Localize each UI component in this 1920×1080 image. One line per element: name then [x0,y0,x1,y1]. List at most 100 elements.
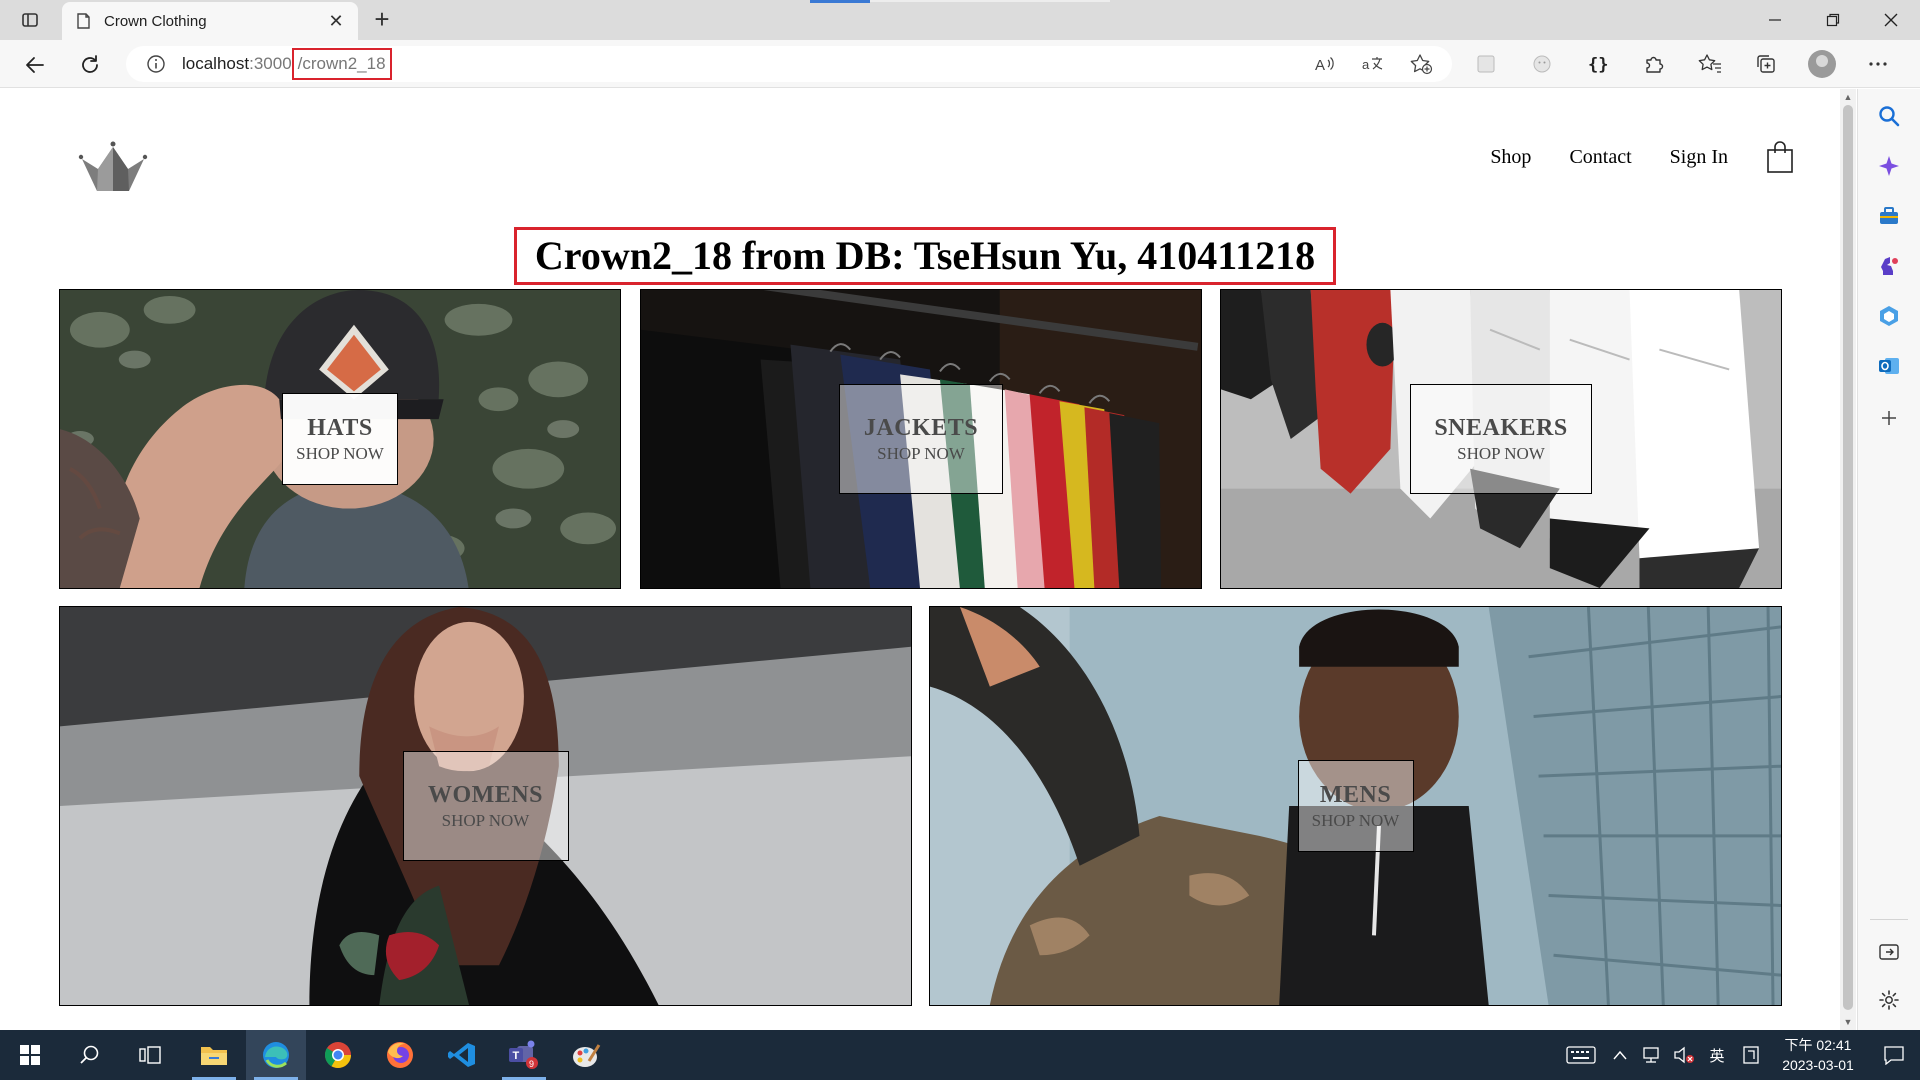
ime-mode-icon[interactable] [1734,1046,1768,1064]
category-title: JACKETS [863,414,979,441]
tab-strip: Crown Clothing ✕ + [0,0,1920,40]
paint-app-icon[interactable] [556,1030,616,1080]
url-port: :3000 [249,54,292,73]
refresh-icon[interactable] [75,50,105,80]
category-tile-sneakers[interactable]: SNEAKERS SHOP NOW [1220,289,1782,589]
add-favorite-icon[interactable] [1408,51,1434,77]
edge-sidebar [1857,89,1920,1030]
teams-badge-count: 9 [529,1059,534,1069]
tab-title: Crown Clothing [104,12,207,30]
taskbar-search-icon[interactable] [60,1030,120,1080]
address-bar[interactable]: localhost :3000 /crown2_18 A a [126,46,1452,82]
nav-link-contact[interactable]: Contact [1569,146,1631,169]
browser-toolbar: localhost :3000 /crown2_18 A a {} [0,40,1920,88]
category-tile-jackets[interactable]: JACKETS SHOP NOW [640,289,1202,589]
profile-avatar[interactable] [1804,50,1840,78]
sidebar-outlook-icon[interactable] [1876,353,1902,379]
system-tray: 英 下午 02:41 2023-03-01 [1558,1030,1920,1080]
settings-more-icon[interactable] [1860,50,1896,78]
site-nav: Shop Contact Sign In [1490,141,1794,173]
collections-icon[interactable] [1748,50,1784,78]
vscode-icon[interactable] [432,1030,492,1080]
close-window-icon[interactable] [1862,0,1920,40]
sidebar-search-icon[interactable] [1876,103,1902,129]
category-tile-hats[interactable]: HATS SHOP NOW [59,289,621,589]
taskbar-clock[interactable]: 下午 02:41 2023-03-01 [1768,1035,1868,1075]
translate-icon[interactable]: a [1360,51,1386,77]
page-scrollbar[interactable]: ▲ ▼ [1840,89,1856,1030]
tab-strip-drag-region [870,0,1110,2]
back-arrow-icon[interactable] [20,50,50,80]
page-heading: Crown2_18 from DB: TseHsun Yu, 410411218 [514,227,1336,285]
task-view-icon[interactable] [120,1030,180,1080]
windows-taskbar: T9 英 下午 02:41 2023-03-01 [0,1030,1920,1080]
url-text[interactable]: localhost :3000 /crown2_18 [182,48,392,80]
edge-browser-icon[interactable] [246,1030,306,1080]
sidebar-office-icon[interactable] [1876,303,1902,329]
category-title: HATS [307,414,373,441]
clock-time: 下午 02:41 [1784,1037,1852,1053]
new-tab-button[interactable]: + [368,6,396,34]
extension-placeholder-icon[interactable] [1468,50,1504,78]
clock-date: 2023-03-01 [1782,1057,1854,1073]
file-explorer-icon[interactable] [184,1030,244,1080]
tab-close-icon[interactable]: ✕ [326,11,346,32]
svg-text:{}: {} [1588,55,1608,74]
svg-text:A: A [1315,57,1325,74]
category-label-hats[interactable]: HATS SHOP NOW [282,393,398,485]
shop-now-link[interactable]: SHOP NOW [1457,444,1545,464]
chrome-browser-icon[interactable] [308,1030,368,1080]
tab-actions-icon[interactable] [14,8,46,32]
network-icon[interactable] [1636,1046,1668,1064]
favorites-icon[interactable] [1692,50,1728,78]
start-windows-icon[interactable] [0,1030,60,1080]
firefox-browser-icon[interactable] [370,1030,430,1080]
json-viewer-icon[interactable]: {} [1580,50,1616,78]
category-label-mens[interactable]: MENS SHOP NOW [1297,760,1414,852]
category-label-jackets[interactable]: JACKETS SHOP NOW [839,384,1003,494]
crown-logo-icon[interactable] [78,141,148,197]
extension-face-icon[interactable] [1524,50,1560,78]
url-path-highlighted: /crown2_18 [291,48,392,80]
sidebar-hide-icon[interactable] [1876,939,1902,965]
category-tile-mens[interactable]: MENS SHOP NOW [929,606,1782,1006]
scroll-down-arrow-icon[interactable]: ▼ [1840,1014,1856,1030]
input-method-indicator[interactable]: 英 [1700,1045,1734,1066]
page-viewport: Shop Contact Sign In Crown2_18 from DB: … [0,89,1840,1030]
shop-now-link[interactable]: SHOP NOW [1312,811,1400,831]
sidebar-settings-gear-icon[interactable] [1876,987,1902,1013]
sidebar-add-icon[interactable] [1876,405,1902,431]
restore-window-icon[interactable] [1804,0,1862,40]
scroll-up-arrow-icon[interactable]: ▲ [1840,89,1856,105]
page-favicon-icon [77,13,90,29]
teams-icon[interactable]: T9 [494,1030,554,1080]
sidebar-divider [1870,919,1908,920]
keyboard-icon[interactable] [1558,1045,1604,1065]
category-tile-womens[interactable]: WOMENS SHOP NOW [59,606,912,1006]
shop-now-link[interactable]: SHOP NOW [442,811,530,831]
category-title: WOMENS [427,781,543,808]
volume-muted-icon[interactable] [1668,1046,1700,1064]
svg-text:T: T [513,1050,520,1062]
site-info-icon[interactable] [146,54,166,74]
sidebar-copilot-icon[interactable] [1876,153,1902,179]
sidebar-games-icon[interactable] [1876,253,1902,279]
minimize-window-icon[interactable] [1746,0,1804,40]
read-aloud-icon[interactable]: A [1312,51,1338,77]
sidebar-tools-icon[interactable] [1876,203,1902,229]
category-label-womens[interactable]: WOMENS SHOP NOW [402,751,569,861]
tray-chevron-up-icon[interactable] [1604,1050,1636,1060]
scrollbar-thumb[interactable] [1843,105,1853,1010]
nav-link-shop[interactable]: Shop [1490,146,1531,169]
shopping-bag-icon[interactable] [1766,141,1794,173]
shop-now-link[interactable]: SHOP NOW [877,444,965,464]
shop-now-link[interactable]: SHOP NOW [296,444,384,464]
category-title: MENS [1319,781,1392,808]
tab-loading-indicator [810,0,870,3]
url-host: localhost [182,54,250,73]
category-label-sneakers[interactable]: SNEAKERS SHOP NOW [1410,384,1592,494]
nav-link-sign-in[interactable]: Sign In [1670,146,1728,169]
browser-tab-active[interactable]: Crown Clothing ✕ [62,2,358,40]
extensions-puzzle-icon[interactable] [1636,50,1672,78]
notification-center-icon[interactable] [1868,1045,1920,1065]
